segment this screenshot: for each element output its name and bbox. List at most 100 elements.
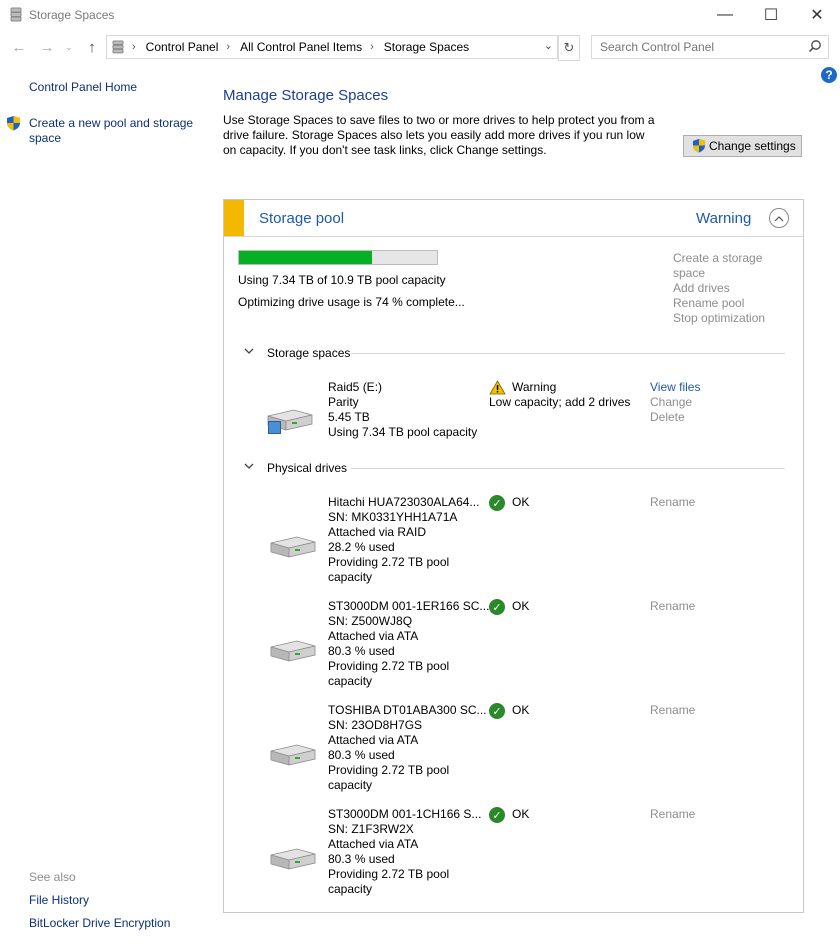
optimizing-text: Optimizing drive usage is 74 % complete.… [238,295,465,309]
physical-drive-item[interactable]: TOSHIBA DT01ABA300 SC... SN: 23OD8H7GS A… [264,703,784,803]
pool-usage-text: Using 7.34 TB of 10.9 TB pool capacity [238,273,446,287]
drive-status: OK [512,495,530,509]
collapse-button[interactable] [769,208,789,228]
close-icon: ✕ [810,7,824,24]
drive-name: TOSHIBA DT01ABA300 SC... [328,703,487,717]
window-title: Storage Spaces [29,8,115,22]
delete-space-link[interactable]: Delete [650,410,685,425]
create-pool-link[interactable]: Create a new pool and storage space [29,116,204,146]
address-dropdown-icon[interactable]: ⌄ [544,39,553,52]
section-divider [351,353,785,354]
storage-space-item[interactable]: Raid5 (E:) Parity 5.45 TB Using 7.34 TB … [264,380,784,450]
address-bar[interactable]: › Control Panel › All Control Panel Item… [106,35,558,59]
minimize-button[interactable]: — [702,0,748,30]
breadcrumb-storage-spaces[interactable]: Storage Spaces [384,40,469,54]
refresh-button[interactable]: ↻ [558,35,580,61]
create-storage-space-link[interactable]: Create a storage space [673,251,773,281]
physical-drive-item[interactable]: Hitachi HUA723030ALA64... SN: MK0331YHH1… [264,495,784,595]
drive-name: ST3000DM 001-1ER166 SC... [328,599,490,613]
pool-usage-bar [238,250,438,265]
control-panel-home-link[interactable]: Control Panel Home [29,80,137,94]
up-button[interactable]: ↑ [82,37,102,57]
drive-capacity: capacity [328,674,373,688]
search-box[interactable] [591,35,829,59]
storage-spaces-icon [10,7,22,22]
drive-name: ST3000DM 001-1CH166 S... [328,807,482,821]
breadcrumb-separator-icon: › [132,41,136,53]
recent-locations-button[interactable]: ⌄ [62,37,76,57]
up-arrow-icon: ↑ [88,38,96,56]
pool-usage-fill [239,251,373,264]
drive-icon [267,845,317,876]
breadcrumb-all-items[interactable]: All Control Panel Items [240,40,362,54]
drive-attachment: Attached via ATA [328,837,419,851]
pool-status: Warning [696,210,752,227]
stop-optimization-link[interactable]: Stop optimization [673,311,765,326]
close-button[interactable]: ✕ [794,0,840,30]
drive-icon [267,637,317,668]
drive-providing: Providing 2.72 TB pool [328,555,450,569]
storage-spaces-toggle[interactable] [244,344,254,358]
drive-attachment: Attached via ATA [328,733,419,747]
drive-details: Hitachi HUA723030ALA64... SN: MK0331YHH1… [328,495,479,585]
drive-providing: Providing 2.72 TB pool [328,659,450,673]
minimize-icon: — [717,6,733,23]
ok-check-icon: ✓ [489,703,505,719]
chevron-down-icon: ⌄ [65,41,73,52]
storage-pool-panel: Storage pool Warning Using 7.34 TB of 10… [223,199,804,913]
rename-drive-link[interactable]: Rename [650,599,695,614]
see-also-label: See also [29,870,76,884]
physical-drive-item[interactable]: ST3000DM 001-1ER166 SC... SN: Z500WJ8Q A… [264,599,784,699]
ok-check-icon: ✓ [489,495,505,511]
change-space-link[interactable]: Change [650,395,692,410]
rename-drive-link[interactable]: Rename [650,807,695,822]
bitlocker-link[interactable]: BitLocker Drive Encryption [29,916,170,930]
drive-details: ST3000DM 001-1ER166 SC... SN: Z500WJ8Q A… [328,599,489,689]
storage-space-users-icon [268,421,281,434]
drive-serial: SN: MK0331YHH1A71A [328,510,458,524]
drive-name: Hitachi HUA723030ALA64... [328,495,480,509]
page-title: Manage Storage Spaces [223,87,389,104]
search-input[interactable] [598,39,802,55]
address-location-icon [112,40,124,54]
rename-drive-link[interactable]: Rename [650,703,695,718]
back-button[interactable]: ← [9,37,29,57]
drive-serial: SN: Z1F3RW2X [328,822,414,836]
maximize-button[interactable]: ☐ [748,0,794,30]
maximize-icon: ☐ [763,7,779,24]
drive-status: OK [512,599,530,613]
drive-attachment: Attached via ATA [328,629,419,643]
change-settings-button[interactable]: Change settings [683,135,802,157]
drive-status: OK [512,807,530,821]
drive-used: 80.3 % used [328,852,395,866]
add-drives-link[interactable]: Add drives [673,281,730,296]
drive-serial: SN: 23OD8H7GS [328,718,423,732]
drive-used: 80.3 % used [328,748,395,762]
drive-capacity: capacity [328,882,373,896]
pool-title: Storage pool [259,210,345,227]
navigation-bar: ← → ⌄ ↑ › Control Panel › All Control Pa… [0,33,840,61]
uac-shield-icon [6,115,21,134]
storage-spaces-label: Storage spaces [267,346,351,360]
uac-shield-icon [692,138,706,156]
breadcrumb-control-panel[interactable]: Control Panel [146,40,219,54]
file-history-link[interactable]: File History [29,893,89,907]
physical-drives-toggle[interactable] [244,459,254,473]
drive-icon [267,533,317,564]
view-files-link[interactable]: View files [650,380,700,395]
drive-used: 28.2 % used [328,540,395,554]
change-settings-label: Change settings [709,139,796,153]
rename-drive-link[interactable]: Rename [650,495,695,510]
back-arrow-icon: ← [11,38,27,56]
help-icon[interactable]: ? [821,67,837,83]
pool-warning-accent [224,200,244,236]
title-bar: Storage Spaces — ☐ ✕ [0,0,840,31]
drive-details: TOSHIBA DT01ABA300 SC... SN: 23OD8H7GS A… [328,703,487,793]
forward-button[interactable]: → [37,37,57,57]
section-divider [351,468,785,469]
storage-space-size: 5.45 TB [328,410,370,424]
rename-pool-link[interactable]: Rename pool [673,296,744,311]
search-icon[interactable] [808,39,822,56]
physical-drive-item[interactable]: ST3000DM 001-1CH166 S... SN: Z1F3RW2X At… [264,807,784,907]
storage-space-usage: Using 7.34 TB pool capacity [328,425,478,439]
